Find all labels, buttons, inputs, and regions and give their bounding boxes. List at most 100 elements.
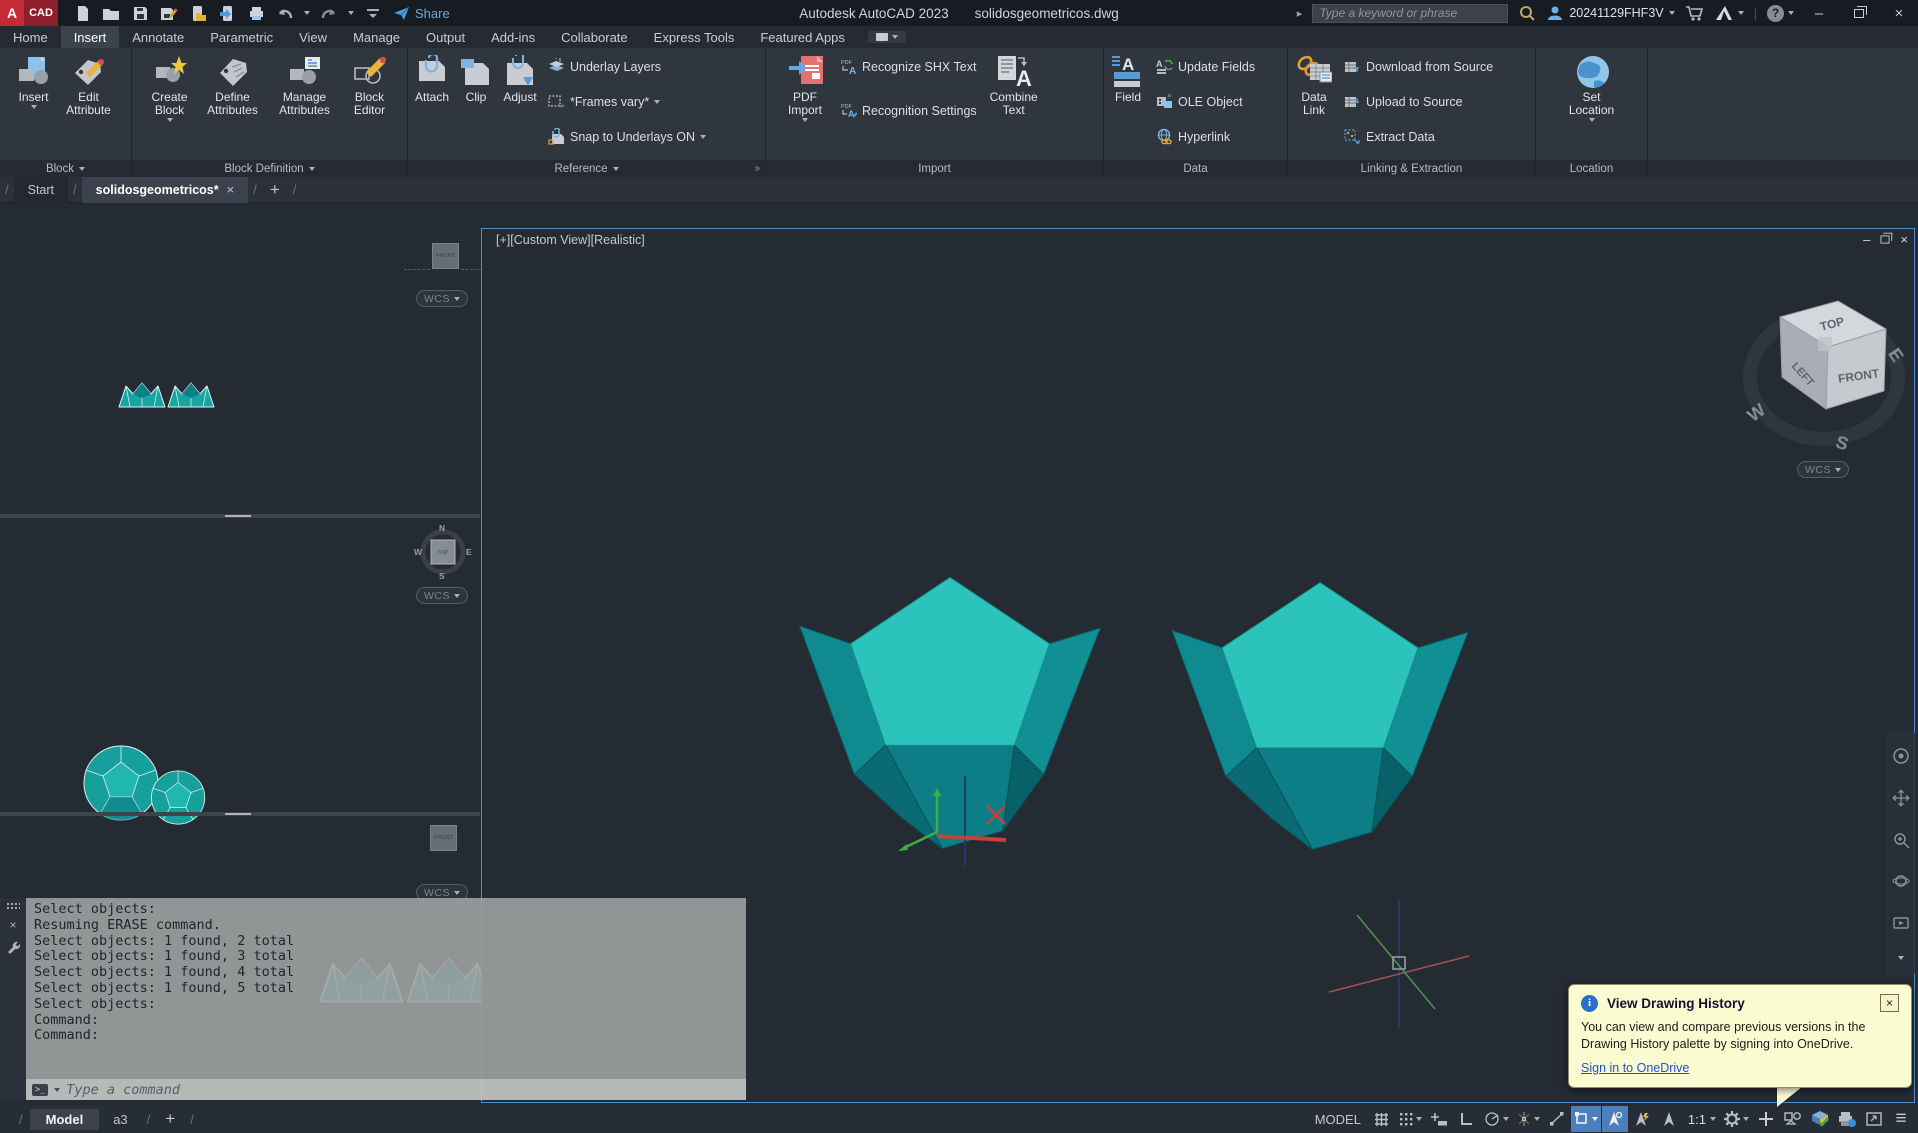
command-close-icon[interactable]: × [9, 918, 16, 932]
attach-button[interactable]: Attach [412, 53, 452, 105]
open-from-mobile-button[interactable] [188, 3, 208, 23]
viewport-controls-label[interactable]: [+][Custom View][Realistic] [496, 233, 645, 247]
tab-parametric[interactable]: Parametric [197, 26, 286, 48]
set-location-button[interactable]: Set Location [1564, 53, 1620, 123]
redo-button[interactable] [319, 3, 339, 23]
manage-attributes-button[interactable]: Manage Attributes [270, 53, 340, 118]
tab-addins[interactable]: Add-ins [478, 26, 548, 48]
notification-close-button[interactable]: × [1880, 994, 1899, 1012]
hyperlink-button[interactable]: Hyperlink [1156, 128, 1255, 145]
viewcube-compass-small[interactable]: N W E S TOP [414, 520, 472, 580]
ortho-mode-button[interactable] [1453, 1106, 1479, 1132]
tab-insert[interactable]: Insert [60, 26, 120, 48]
ole-object-button[interactable]: OLE Object [1156, 93, 1255, 110]
command-input[interactable] [66, 1081, 740, 1098]
create-block-button[interactable]: Create Block [144, 53, 196, 123]
annotation-scale-value[interactable]: 1:1 [1683, 1106, 1719, 1132]
panel-label-location[interactable]: Location [1536, 160, 1647, 177]
extract-data-button[interactable]: Extract Data [1344, 128, 1493, 145]
underlay-layers-button[interactable]: Underlay Layers [548, 58, 706, 75]
qat-customize-button[interactable] [363, 3, 383, 23]
help-button[interactable]: ? [1767, 4, 1794, 22]
open-file-button[interactable] [101, 3, 121, 23]
ribbon-display-toggle[interactable] [867, 31, 906, 43]
new-file-button[interactable] [72, 3, 92, 23]
dynamic-input-button[interactable] [1426, 1106, 1452, 1132]
object-snap-button[interactable] [1570, 1106, 1601, 1132]
panel-label-block-definition[interactable]: Block Definition [132, 160, 407, 177]
panel-label-linking[interactable]: Linking & Extraction [1288, 160, 1535, 177]
block-editor-button[interactable]: Block Editor [344, 53, 396, 118]
model-space-toggle[interactable]: MODEL [1309, 1112, 1367, 1127]
recognize-shx-button[interactable]: PDF A Recognize SHX Text [840, 58, 977, 76]
signed-in-user[interactable]: 20241129FHF3V [1546, 4, 1675, 22]
download-from-source-button[interactable]: Download from Source [1344, 58, 1493, 75]
tab-output[interactable]: Output [413, 26, 478, 48]
tab-home[interactable]: Home [0, 26, 61, 48]
undo-button[interactable] [275, 3, 295, 23]
define-attributes-button[interactable]: Define Attributes [200, 53, 266, 118]
save-to-mobile-button[interactable] [217, 3, 237, 23]
model-tab[interactable]: Model [29, 1108, 100, 1130]
panel-label-import[interactable]: Import [766, 160, 1103, 177]
crown-solids-small[interactable] [118, 381, 216, 409]
onedrive-signin-link[interactable]: Sign in to OneDrive [1581, 1061, 1689, 1075]
navbar-more-icon[interactable] [1897, 956, 1904, 961]
command-customize-wrench-icon[interactable] [6, 940, 20, 954]
annotation-visibility-button[interactable] [1601, 1106, 1628, 1132]
app-store-cart-icon[interactable] [1685, 5, 1704, 22]
isolate-objects-button[interactable] [1780, 1106, 1806, 1132]
plot-details-button[interactable] [1834, 1106, 1860, 1132]
showmotion-icon[interactable] [1892, 914, 1910, 932]
undo-dropdown-icon[interactable] [304, 11, 310, 15]
data-link-button[interactable]: Data Link [1292, 53, 1336, 118]
tab-view[interactable]: View [286, 26, 340, 48]
insert-button[interactable]: Insert [14, 53, 54, 110]
isodraft-button[interactable] [1513, 1106, 1543, 1132]
minimize-button[interactable]: – [1804, 1, 1834, 25]
command-history[interactable]: Select objects: Resuming ERASE command. … [26, 898, 746, 1078]
wcs-dropdown[interactable]: WCS [416, 290, 468, 307]
redo-dropdown-icon[interactable] [348, 11, 354, 15]
wcs-dropdown[interactable]: WCS [416, 587, 468, 604]
grid-display-button[interactable] [1368, 1106, 1394, 1132]
new-layout-button[interactable]: + [157, 1109, 183, 1129]
wcs-dropdown-main[interactable]: WCS [1797, 461, 1849, 478]
pdf-import-button[interactable]: PDF Import [770, 53, 830, 123]
recent-commands-icon[interactable] [54, 1087, 61, 1092]
polar-tracking-button[interactable] [1480, 1106, 1512, 1132]
layout-tab-a3[interactable]: a3 [101, 1109, 139, 1130]
workspace-switching-button[interactable] [1720, 1106, 1752, 1132]
viewcube[interactable]: W S E TOP LEFT FRONT [1740, 289, 1910, 459]
osnap-tracking-button[interactable] [1544, 1106, 1570, 1132]
search-icon[interactable] [1518, 4, 1536, 22]
combine-text-button[interactable]: A Combine Text [985, 53, 1043, 118]
search-expand-icon[interactable]: ▸ [1297, 7, 1303, 20]
autodesk-account-button[interactable] [1714, 5, 1744, 21]
annotation-autoscale-button[interactable] [1629, 1106, 1655, 1132]
update-fields-button[interactable]: A Update Fields [1156, 58, 1255, 75]
new-drawing-button[interactable]: + [262, 180, 288, 200]
restore-button[interactable] [1844, 1, 1874, 25]
pan-icon[interactable] [1892, 789, 1910, 807]
file-tab-document[interactable]: solidosgeometricos* × [81, 176, 249, 203]
clip-button[interactable]: Clip [456, 53, 496, 105]
save-as-button[interactable] [159, 3, 179, 23]
snap-mode-button[interactable] [1395, 1106, 1425, 1132]
edit-attribute-button[interactable]: Edit Attribute [60, 53, 118, 118]
plot-button[interactable] [246, 3, 266, 23]
panel-label-reference[interactable]: Reference » [408, 160, 765, 177]
adjust-button[interactable]: Adjust [500, 53, 540, 105]
viewport-minimize-icon[interactable]: – [1863, 232, 1870, 247]
frames-vary-button[interactable]: *Frames vary* [548, 93, 706, 110]
share-button[interactable]: Share [393, 6, 450, 21]
search-input[interactable] [1312, 3, 1509, 23]
navigation-wheel-icon[interactable] [1892, 747, 1910, 765]
annotation-monitor-button[interactable] [1753, 1106, 1779, 1132]
panel-label-block[interactable]: Block [0, 160, 131, 177]
command-drag-handle-icon[interactable] [6, 902, 20, 910]
tab-featured-apps[interactable]: Featured Apps [747, 26, 858, 48]
file-tab-start[interactable]: Start [13, 176, 69, 203]
panel-label-data[interactable]: Data [1104, 160, 1287, 177]
viewcube-small-icon[interactable]: FRONT [430, 825, 457, 851]
